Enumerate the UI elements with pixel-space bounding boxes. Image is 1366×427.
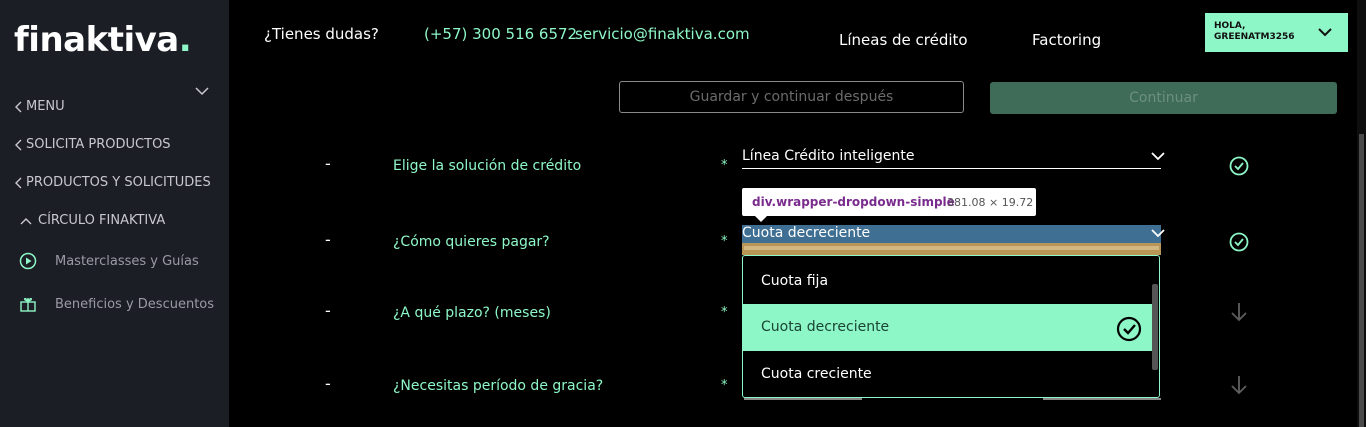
user-greeting: HOLA, bbox=[1214, 21, 1246, 31]
option-label: Cuota creciente bbox=[761, 366, 872, 382]
sidebar-group-label: CÍRCULO FINAKTIVA bbox=[38, 213, 166, 228]
sidebar-item-beneficios[interactable]: Beneficios y Descuentos bbox=[19, 295, 214, 313]
payment-type-select[interactable]: Cuota decreciente bbox=[742, 225, 1165, 243]
chevron-left-icon bbox=[15, 101, 22, 112]
chevron-up-icon bbox=[1151, 229, 1165, 238]
tooltip-arrow bbox=[754, 215, 768, 222]
sidebar: finaktiva. MENU SOLICITA PRODUCTOS PRODU… bbox=[0, 0, 229, 427]
question-credit-solution: Elige la solución de crédito bbox=[393, 158, 582, 174]
option-label: Cuota fija bbox=[761, 273, 829, 289]
dropdown-option-selected[interactable]: Cuota decreciente bbox=[743, 304, 1152, 351]
row-dash: - bbox=[325, 154, 331, 173]
continue-button[interactable]: Continuar bbox=[990, 82, 1337, 114]
chevron-down-icon bbox=[1318, 28, 1332, 37]
sidebar-item-label: Masterclasses y Guías bbox=[55, 253, 199, 269]
check-circle-icon bbox=[1116, 316, 1142, 342]
question-term-months: ¿A qué plazo? (meses) bbox=[393, 305, 551, 321]
email-link[interactable]: servicio@finaktiva.com bbox=[575, 25, 750, 43]
nav-lineas-de-credito[interactable]: Líneas de crédito bbox=[839, 31, 968, 49]
phone-link[interactable]: (+57) 300 516 6572 bbox=[424, 25, 577, 43]
grace-period-no-option[interactable] bbox=[1043, 398, 1161, 400]
row-dash: - bbox=[325, 374, 331, 393]
arrow-down-icon bbox=[1231, 376, 1247, 395]
sidebar-item-label: PRODUCTOS Y SOLICITUDES bbox=[26, 175, 211, 190]
required-mark: * bbox=[721, 234, 728, 249]
credit-solution-select[interactable]: Línea Crédito inteligente bbox=[742, 146, 1165, 169]
gift-icon bbox=[20, 297, 36, 312]
question-grace-period: ¿Necesitas período de gracia? bbox=[393, 378, 604, 394]
option-label: Cuota decreciente bbox=[761, 319, 890, 335]
dropdown-option[interactable]: Cuota fija bbox=[743, 258, 1152, 305]
page-scrollbar-thumb[interactable] bbox=[1359, 134, 1364, 427]
dropdown-option[interactable]: Cuota creciente bbox=[743, 351, 1152, 397]
sidebar-item-productos-y-solicitudes[interactable]: PRODUCTOS Y SOLICITUDES bbox=[14, 175, 211, 190]
chevron-left-icon bbox=[15, 177, 22, 188]
sidebar-item-label: SOLICITA PRODUCTOS bbox=[26, 137, 171, 152]
help-question: ¿Tienes dudas? bbox=[264, 25, 379, 43]
inspect-padding-highlight bbox=[744, 246, 1159, 250]
check-circle-icon bbox=[1229, 232, 1249, 252]
sidebar-item-label: Beneficios y Descuentos bbox=[55, 296, 215, 312]
dropdown-scrollbar[interactable] bbox=[1152, 284, 1158, 370]
save-and-continue-later-button[interactable]: Guardar y continuar después bbox=[619, 81, 964, 113]
check-circle-icon bbox=[1229, 156, 1249, 176]
play-circle-icon bbox=[19, 252, 37, 270]
page-scrollbar[interactable] bbox=[1357, 0, 1366, 427]
chevron-left-icon bbox=[15, 139, 22, 150]
sidebar-group-circulo-finaktiva[interactable]: CÍRCULO FINAKTIVA bbox=[20, 213, 165, 228]
required-mark: * bbox=[721, 378, 728, 393]
tooltip-dimensions: 381.08 × 19.72 bbox=[947, 196, 1034, 209]
user-menu[interactable]: HOLA, GREENATM3256 bbox=[1205, 13, 1348, 52]
sidebar-item-label: MENU bbox=[26, 99, 65, 114]
nav-factoring[interactable]: Factoring bbox=[1032, 31, 1101, 49]
sidebar-item-masterclasses[interactable]: Masterclasses y Guías bbox=[19, 252, 199, 270]
row-dash: - bbox=[325, 301, 331, 320]
chevron-down-icon bbox=[1151, 152, 1165, 161]
chevron-down-icon[interactable] bbox=[195, 84, 209, 98]
sidebar-item-solicita-productos[interactable]: SOLICITA PRODUCTOS bbox=[14, 137, 171, 152]
devtools-inspect-tooltip: div.wrapper-dropdown-simple 381.08 × 19.… bbox=[742, 188, 1036, 222]
required-mark: * bbox=[721, 158, 728, 173]
payment-type-dropdown-list: Cuota fija Cuota decreciente Cuota creci… bbox=[742, 255, 1160, 398]
row-dash: - bbox=[325, 230, 331, 249]
select-value: Cuota decreciente bbox=[742, 225, 871, 241]
arrow-down-icon bbox=[1231, 303, 1247, 322]
user-name: GREENATM3256 bbox=[1214, 32, 1295, 42]
chevron-up-icon bbox=[20, 217, 32, 224]
user-label: HOLA, GREENATM3256 bbox=[1214, 21, 1295, 43]
question-payment-type: ¿Cómo quieres pagar? bbox=[393, 234, 550, 250]
grace-period-yes-option[interactable] bbox=[744, 398, 862, 400]
inspect-margin-highlight bbox=[742, 243, 1161, 255]
tooltip-selector: div.wrapper-dropdown-simple bbox=[752, 195, 955, 209]
select-value: Línea Crédito inteligente bbox=[742, 148, 915, 164]
required-mark: * bbox=[721, 305, 728, 320]
sidebar-item-menu[interactable]: MENU bbox=[14, 99, 65, 114]
finaktiva-logo[interactable]: finaktiva. bbox=[14, 20, 192, 60]
